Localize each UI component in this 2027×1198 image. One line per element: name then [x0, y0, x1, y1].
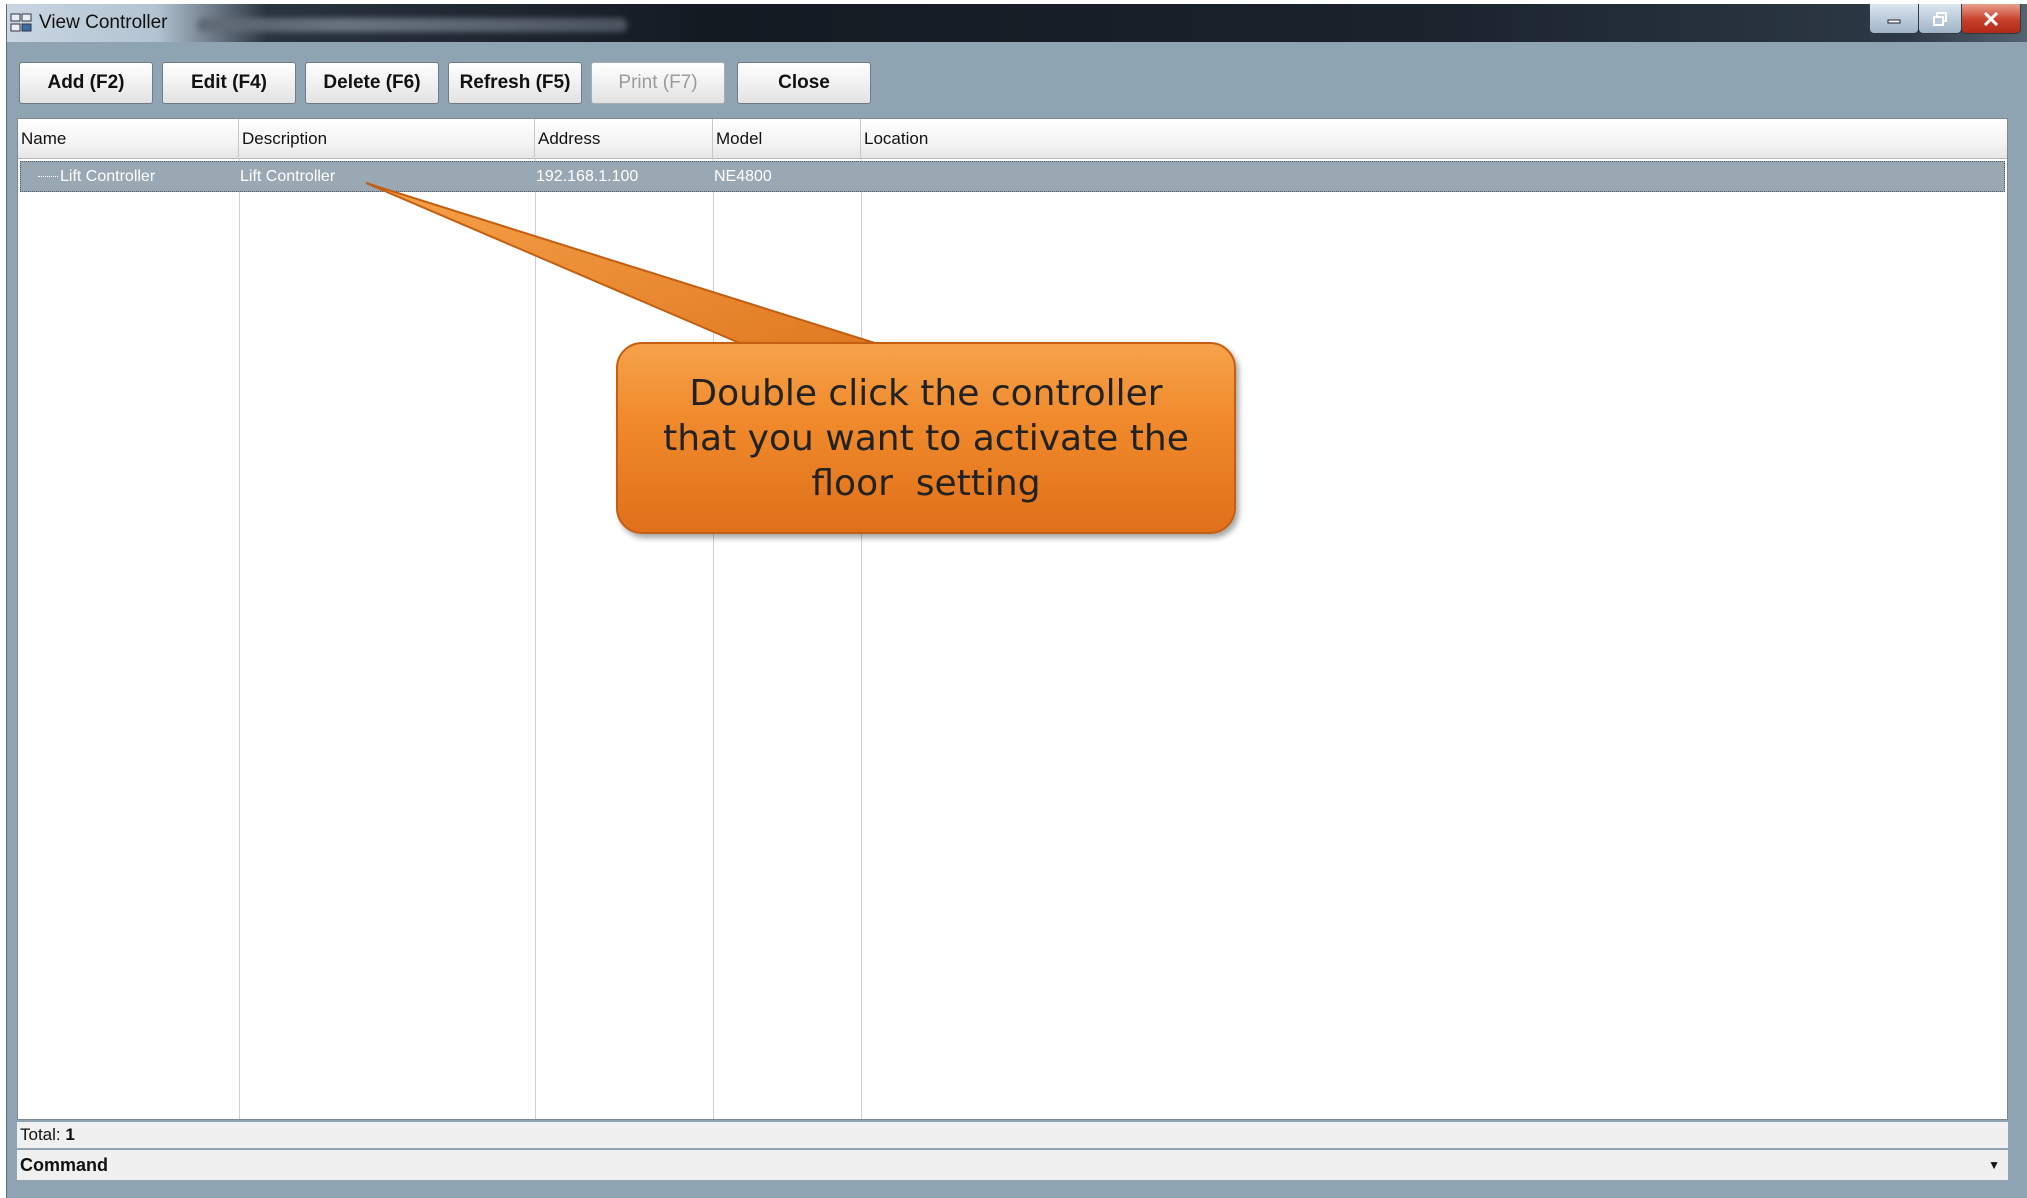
total-label: Total: — [20, 1125, 61, 1144]
app-icon — [10, 13, 32, 32]
blurred-title-suffix — [197, 18, 627, 32]
window-title: View Controller — [39, 12, 168, 33]
title-bar[interactable]: View Controller — [7, 4, 2027, 42]
column-divider — [713, 158, 714, 1119]
dropdown-arrow-icon: ▼ — [1988, 1158, 2000, 1172]
callout-line-2: that you want to activate the — [663, 417, 1189, 459]
total-value: 1 — [65, 1125, 75, 1144]
column-header-model[interactable]: Model — [713, 119, 861, 158]
cell-location — [860, 162, 862, 191]
column-divider — [239, 158, 240, 1119]
column-header-location[interactable]: Location — [861, 119, 2007, 158]
callout-line-1: Double click the controller — [689, 372, 1163, 414]
command-label: Command — [20, 1155, 109, 1175]
refresh-button[interactable]: Refresh (F5) — [448, 62, 582, 104]
instruction-callout: Double click the controller that you wan… — [616, 342, 1236, 534]
close-icon — [1983, 11, 1999, 26]
column-header-address[interactable]: Address — [535, 119, 713, 158]
column-header-name[interactable]: Name — [18, 119, 239, 158]
close-button[interactable]: Close — [737, 62, 871, 104]
minimize-button[interactable] — [1869, 4, 1919, 34]
delete-button[interactable]: Delete (F6) — [305, 62, 439, 104]
close-window-button[interactable] — [1961, 4, 2021, 34]
maximize-button[interactable] — [1918, 4, 1962, 34]
minimize-icon — [1887, 19, 1901, 23]
cell-address: 192.168.1.100 — [536, 168, 639, 185]
cell-model: NE4800 — [714, 168, 772, 185]
cell-name: Lift Controller — [60, 168, 156, 185]
cell-description: Lift Controller — [240, 168, 336, 185]
table-row-selected[interactable]: Lift Controller Lift Controller 192.168.… — [20, 161, 2005, 192]
callout-line-3: floor setting — [811, 462, 1041, 504]
tree-connector — [38, 176, 58, 177]
grid-header: Name Description Address Model Location — [18, 119, 2007, 159]
controller-grid[interactable]: Name Description Address Model Location … — [17, 118, 2008, 1120]
column-divider — [861, 158, 862, 1119]
print-button[interactable]: Print (F7) — [591, 62, 725, 104]
column-divider — [535, 158, 536, 1119]
callout-text: Double click the controller that you wan… — [663, 371, 1189, 506]
column-header-description[interactable]: Description — [239, 119, 535, 158]
command-dropdown[interactable]: Command ▼ — [17, 1150, 2008, 1180]
maximize-icon — [1933, 11, 1947, 26]
add-button[interactable]: Add (F2) — [19, 62, 153, 104]
edit-button[interactable]: Edit (F4) — [162, 62, 296, 104]
status-total: Total: 1 — [17, 1122, 2008, 1148]
